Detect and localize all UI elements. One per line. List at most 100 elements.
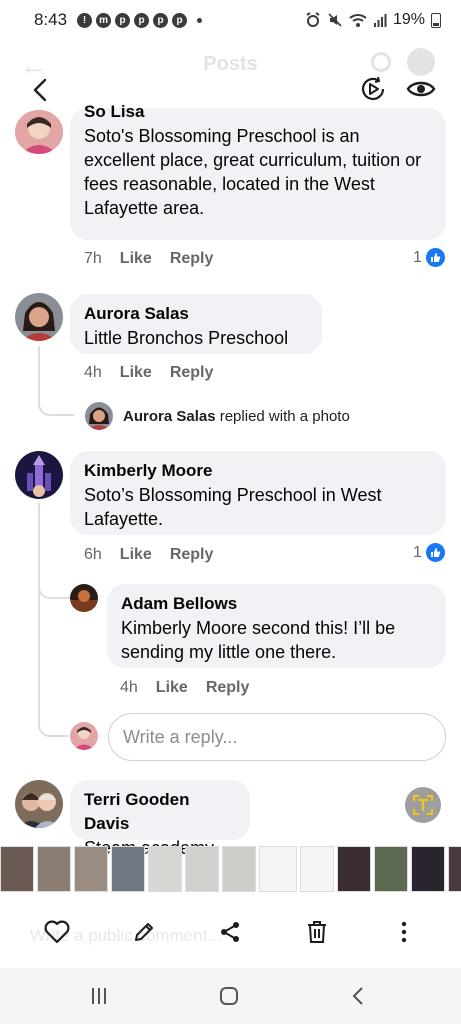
comment-author[interactable]: Terri Gooden Davis [84, 788, 236, 836]
bottom-toolbar: Write a public comment... [0, 898, 461, 966]
status-bar: 8:43 ! m p p p p 19% [0, 0, 461, 40]
reply-text: Kimberly Moore second this! I’ll be send… [121, 618, 396, 662]
comment-author[interactable]: So Lisa [84, 100, 432, 124]
edit-button[interactable] [130, 918, 158, 946]
status-left: 8:43 ! m p p p p [34, 10, 203, 30]
avatar-photo [85, 402, 113, 430]
avatar[interactable] [15, 780, 63, 828]
gallery-thumbnail[interactable] [448, 846, 461, 892]
comment-meta: 4h Like Reply [84, 364, 213, 382]
comment-time: 6h [84, 546, 102, 563]
gallery-thumbnail[interactable] [0, 846, 34, 892]
gallery-thumbnail[interactable] [185, 846, 219, 892]
gallery-thumbnail[interactable] [111, 846, 145, 892]
comment-author[interactable]: Aurora Salas [84, 302, 308, 326]
reaction-count[interactable]: 1 [413, 248, 445, 267]
avatar[interactable] [70, 584, 98, 612]
reply-button[interactable]: Reply [170, 250, 214, 268]
battery-percent: 19% [392, 11, 425, 28]
recent-apps-button[interactable] [85, 982, 113, 1010]
reply-author[interactable]: Adam Bellows [121, 592, 432, 616]
background-posts-header: ← Posts [0, 44, 461, 84]
text-recognition-button[interactable] [405, 787, 441, 823]
share-button[interactable] [216, 918, 244, 946]
gallery-thumbnail[interactable] [148, 846, 182, 892]
like-button[interactable]: Like [120, 364, 152, 382]
avatar[interactable] [85, 402, 113, 430]
avatar[interactable] [15, 110, 63, 154]
thread-line [38, 575, 72, 599]
signal-icon [373, 14, 387, 27]
more-options-button[interactable] [390, 918, 418, 946]
pencil-icon [135, 923, 153, 941]
avatar-photo [15, 451, 63, 499]
gallery-thumbnail[interactable] [74, 846, 108, 892]
gallery-thumbnail[interactable] [222, 846, 256, 892]
share-icon [221, 922, 239, 942]
pinterest-icon: p [134, 12, 150, 28]
gallery-thumbnail[interactable] [411, 846, 445, 892]
chevron-left-icon [33, 78, 47, 102]
trash-icon [308, 921, 326, 943]
thumbs-up-icon [425, 248, 445, 267]
reply-time: 4h [120, 679, 138, 696]
gallery-thumbnail[interactable] [300, 846, 334, 892]
avatar[interactable] [15, 451, 63, 499]
like-button[interactable]: Like [120, 250, 152, 268]
thumbs-up-icon [425, 543, 445, 562]
reply-bubble[interactable]: Adam Bellows Kimberly Moore second this!… [107, 584, 446, 668]
replied-author: Aurora Salas [123, 408, 216, 425]
gallery-thumbnail[interactable] [259, 846, 297, 892]
pinterest-icon: p [153, 12, 169, 28]
home-icon [220, 987, 238, 1005]
comment-author[interactable]: Kimberly Moore [84, 459, 432, 483]
favorite-button[interactable] [43, 918, 71, 946]
pinterest-icon: p [115, 12, 131, 28]
comment-meta: 7h Like Reply [84, 250, 213, 268]
write-reply-input[interactable]: Write a reply... [108, 713, 446, 761]
recent-apps-icon [92, 988, 106, 1004]
reply-meta: 4h Like Reply [120, 679, 249, 697]
avatar[interactable] [15, 293, 63, 341]
delete-button[interactable] [303, 918, 331, 946]
thread-line [38, 346, 74, 416]
replied-action: replied with a photo [219, 408, 350, 425]
reaction-number: 1 [413, 543, 422, 561]
gallery-thumbnail[interactable] [374, 846, 408, 892]
gallery-thumbnail[interactable] [337, 846, 371, 892]
reaction-number: 1 [413, 248, 422, 266]
gallery-thumbnail[interactable] [37, 846, 71, 892]
comment-text: Soto’s Blossoming Preschool in West Lafa… [84, 485, 382, 529]
thread-line [38, 599, 68, 737]
pinterest-icon: p [172, 12, 188, 28]
comment-text: Soto's Blossoming Preschool is an excell… [84, 126, 422, 218]
play-circle-icon [361, 76, 385, 101]
battery-icon [431, 12, 441, 28]
back-chevron-icon [352, 987, 363, 1005]
replied-with-photo-link[interactable]: Aurora Salas replied with a photo [123, 408, 350, 425]
background-posts-title: Posts [203, 52, 258, 75]
comment-bubble[interactable]: Kimberly Moore Soto’s Blossoming Prescho… [70, 451, 446, 535]
reaction-count[interactable]: 1 [413, 543, 445, 562]
reply-button[interactable]: Reply [170, 546, 214, 564]
comment-bubble[interactable]: Terri Gooden Davis Steam academy [70, 780, 250, 858]
like-button[interactable]: Like [156, 679, 188, 697]
reply-button[interactable]: Reply [206, 679, 250, 697]
like-button[interactable]: Like [120, 546, 152, 564]
comment-meta: 6h Like Reply [84, 546, 213, 564]
messenger-icon: m [96, 12, 112, 28]
text-scan-icon [413, 795, 433, 815]
wifi-icon [349, 14, 367, 27]
status-right: 19% [305, 11, 441, 29]
home-button[interactable] [215, 982, 243, 1010]
reply-button[interactable]: Reply [170, 364, 214, 382]
avatar-photo [15, 110, 63, 154]
avatar-photo [15, 293, 63, 341]
comment-bubble[interactable]: So Lisa Soto's Blossoming Preschool is a… [70, 102, 446, 240]
more-notifications-dot-icon [197, 17, 203, 23]
comment-time: 7h [84, 250, 102, 267]
mute-icon [328, 13, 342, 27]
comment-bubble[interactable]: Aurora Salas Little Bronchos Preschool [70, 294, 322, 354]
system-back-button[interactable] [344, 982, 372, 1010]
back-button[interactable] [26, 76, 54, 104]
